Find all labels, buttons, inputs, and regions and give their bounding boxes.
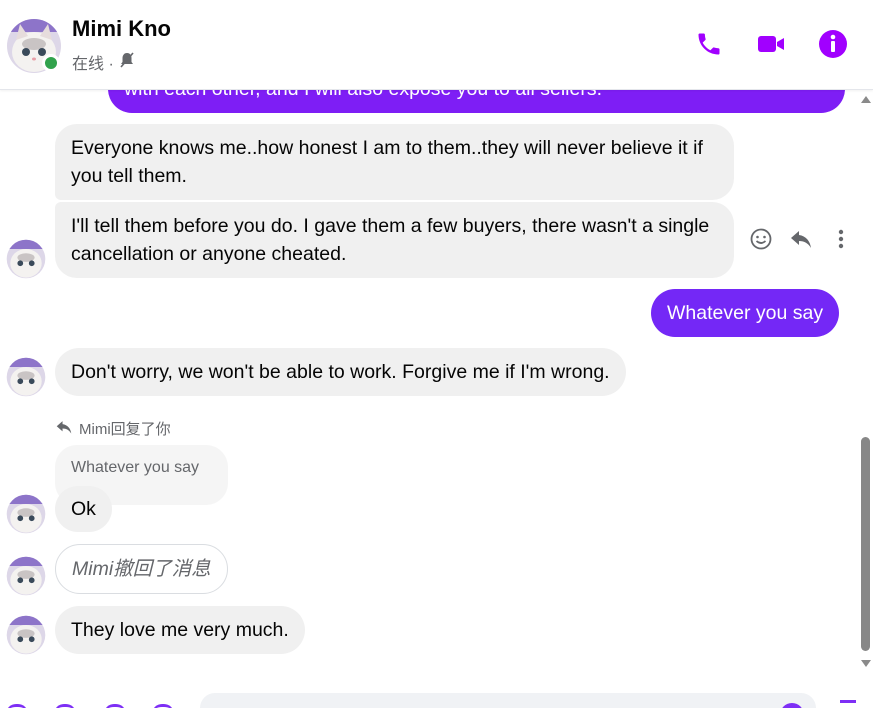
reply-header: Mimi回复了你: [55, 418, 171, 439]
phone-icon[interactable]: [693, 28, 725, 60]
contact-name[interactable]: Mimi Kno: [72, 16, 171, 42]
sender-avatar[interactable]: [6, 615, 46, 655]
scroll-down-arrow[interactable]: [861, 660, 871, 667]
scroll-thumb[interactable]: [861, 437, 870, 651]
reply-arrow-icon: [55, 419, 73, 439]
incoming-message[interactable]: Everyone knows me..how honest I am to th…: [55, 124, 734, 200]
status-text: 在线 ·: [72, 56, 114, 73]
outgoing-message-partial[interactable]: with each other, and I will also expose …: [108, 90, 845, 113]
scroll-up-arrow[interactable]: [861, 96, 871, 103]
incoming-message[interactable]: Don't worry, we won't be able to work. F…: [55, 348, 626, 396]
more-icon[interactable]: [828, 226, 854, 252]
info-icon[interactable]: [817, 28, 849, 60]
sender-avatar[interactable]: [6, 556, 46, 596]
muted-bell-icon: [118, 51, 136, 74]
unsent-message-notice: Mimi撤回了消息: [55, 544, 228, 594]
message-input[interactable]: [200, 693, 816, 708]
sender-avatar[interactable]: [6, 357, 46, 397]
contact-status: 在线 ·: [72, 50, 136, 74]
sender-avatar[interactable]: [6, 494, 46, 534]
online-indicator: [42, 54, 60, 72]
incoming-message[interactable]: They love me very much.: [55, 606, 305, 654]
reply-label-text: Mimi回复了你: [79, 421, 171, 438]
like-icon[interactable]: [840, 700, 856, 708]
incoming-message[interactable]: Ok: [55, 486, 112, 532]
reply-icon[interactable]: [788, 226, 814, 252]
incoming-message[interactable]: I'll tell them before you do. I gave the…: [55, 202, 734, 278]
outgoing-message[interactable]: Whatever you say: [651, 289, 840, 337]
emoji-react-icon[interactable]: [748, 226, 774, 252]
chat-header: Mimi Kno 在线 ·: [0, 0, 873, 90]
video-icon[interactable]: [755, 28, 787, 60]
sender-avatar[interactable]: [6, 239, 46, 279]
message-list[interactable]: with each other, and I will also expose …: [0, 90, 858, 690]
